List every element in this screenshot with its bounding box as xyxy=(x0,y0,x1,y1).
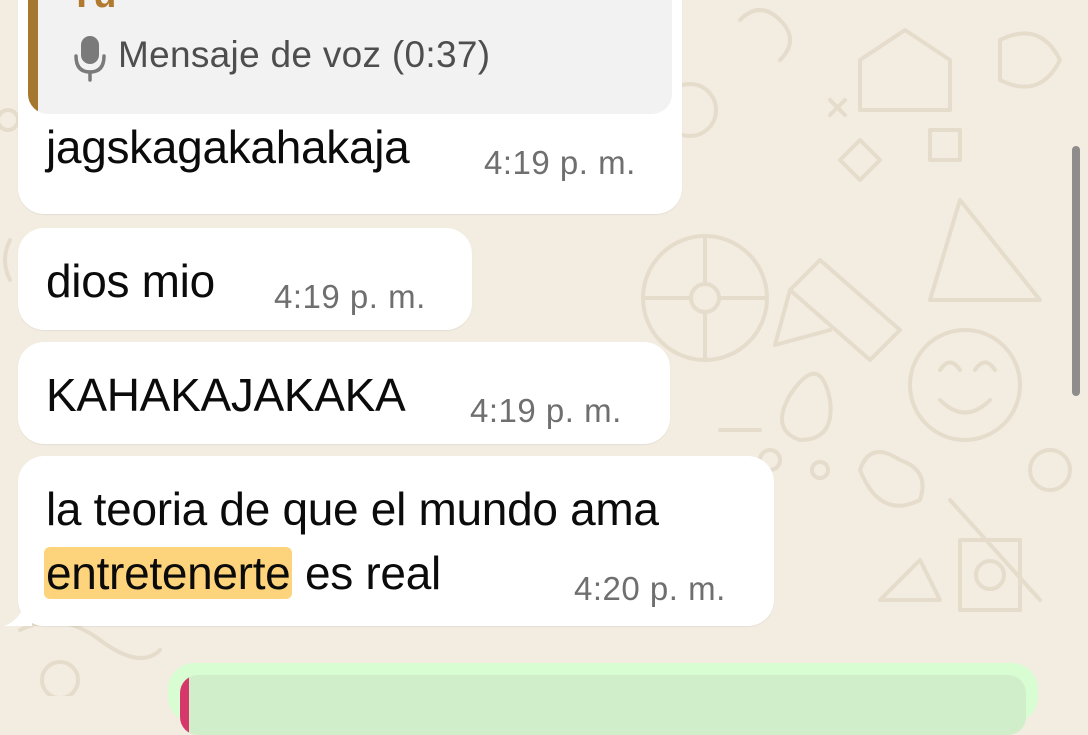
message-bubble[interactable]: KAHAKAJAKAKA 4:19 p. m. xyxy=(18,342,670,444)
message-text-rest: es real xyxy=(292,547,441,599)
message-time: 4:19 p. m. xyxy=(470,392,622,429)
message-bubble[interactable]: la teoria de que el mundo ama entretener… xyxy=(18,456,774,626)
mic-icon xyxy=(74,36,106,82)
message-time: 4:19 p. m. xyxy=(484,144,636,181)
quote-accent-bar xyxy=(28,0,38,114)
quote-author: Tú xyxy=(70,0,116,17)
quote-accent-bar xyxy=(180,675,189,735)
message-text: dios mio xyxy=(46,255,215,307)
message-text: jagskagakahakaja xyxy=(46,121,410,173)
quoted-message[interactable] xyxy=(180,675,1026,735)
message-bubble[interactable]: Tú Mensaje de voz (0:37) jagskagakahakaj… xyxy=(18,0,682,214)
message-time: 4:20 p. m. xyxy=(574,570,726,607)
outgoing-message-bubble[interactable] xyxy=(168,663,1038,735)
message-text-line: la teoria de que el mundo ama xyxy=(46,483,659,535)
message-text: KAHAKAJAKAKA xyxy=(46,369,406,421)
bubble-tail xyxy=(4,604,32,626)
scrollbar[interactable] xyxy=(1072,146,1080,396)
message-time: 4:19 p. m. xyxy=(274,278,426,315)
voice-message-label: Mensaje de voz (0:37) xyxy=(118,34,491,75)
search-highlight: entretenerte xyxy=(44,547,293,599)
message-text-line: entretenerte es real xyxy=(44,546,441,600)
quoted-message[interactable]: Tú Mensaje de voz (0:37) xyxy=(28,0,672,114)
message-bubble[interactable]: dios mio 4:19 p. m. xyxy=(18,228,472,330)
